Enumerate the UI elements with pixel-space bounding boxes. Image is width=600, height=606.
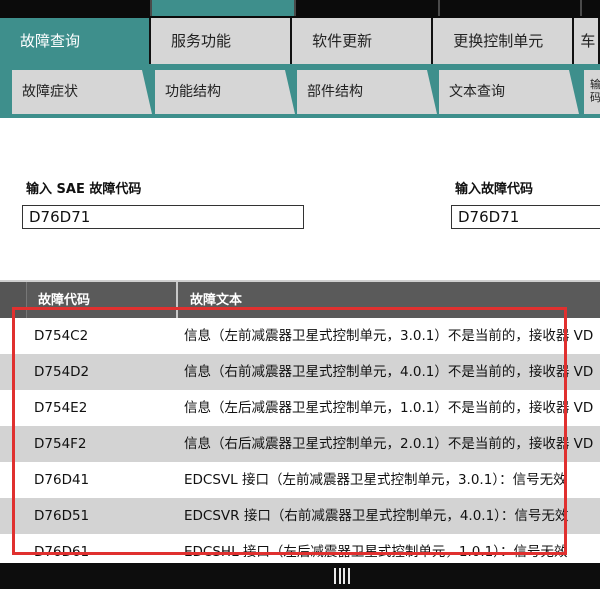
fault-text-cell: 信息（右后减震器卫星式控制单元，2.0.1）不是当前的，接收器 VD bbox=[184, 436, 594, 452]
table-row[interactable]: D76D51 EDCSVR 接口（右前减震器卫星式控制单元，4.0.1）：信号无… bbox=[0, 498, 600, 534]
tab-notch bbox=[285, 70, 295, 114]
fault-code-cell: D754C2 bbox=[34, 328, 89, 344]
column-header-fault-code[interactable]: 故障代码 bbox=[28, 282, 178, 318]
sae-code-input[interactable] bbox=[22, 205, 304, 229]
subtab-label: 功能结构 bbox=[165, 84, 221, 100]
footer-area bbox=[0, 589, 600, 606]
table-row[interactable]: D76D41 EDCSVL 接口（左前减震器卫星式控制单元，3.0.1）：信号无… bbox=[0, 462, 600, 498]
fault-text-cell: EDCSVL 接口（左前减震器卫星式控制单元，3.0.1）：信号无效 bbox=[184, 472, 567, 488]
table-row[interactable]: D754C2 信息（左前减震器卫星式控制单元，3.0.1）不是当前的，接收器 V… bbox=[0, 318, 600, 354]
subtab-label: 部件结构 bbox=[307, 84, 363, 100]
tab-service-functions[interactable]: 服务功能 bbox=[150, 18, 291, 64]
top-menu-segment[interactable] bbox=[0, 0, 152, 16]
fault-text-cell: 信息（右前减震器卫星式控制单元，4.0.1）不是当前的，接收器 VD bbox=[184, 364, 594, 380]
fault-text-cell: EDCSVR 接口（右前减震器卫星式控制单元，4.0.1）：信号无效 bbox=[184, 508, 569, 524]
tab-notch bbox=[427, 70, 437, 114]
tab-software-update[interactable]: 软件更新 bbox=[292, 18, 432, 64]
tab-replace-control-unit[interactable]: 更换控制单元 bbox=[433, 18, 573, 64]
column-header-fault-text[interactable]: 故障文本 bbox=[180, 282, 600, 318]
tab-notch bbox=[569, 70, 579, 114]
fault-code-cell: D754F2 bbox=[34, 436, 87, 452]
main-tab-bar: 故障查询 服务功能 软件更新 更换控制单元 车 bbox=[0, 18, 600, 64]
subtab-component-structure[interactable]: 部件结构 bbox=[297, 70, 437, 114]
subtab-label: 文本查询 bbox=[449, 84, 505, 100]
fault-code-cell: D76D41 bbox=[34, 472, 90, 488]
tab-vehicle[interactable]: 车 bbox=[574, 18, 598, 64]
table-row[interactable]: D754E2 信息（左后减震器卫星式控制单元，1.0.1）不是当前的，接收器 V… bbox=[0, 390, 600, 426]
table-row[interactable]: D754D2 信息（右前减震器卫星式控制单元，4.0.1）不是当前的，接收器 V… bbox=[0, 354, 600, 390]
subtab-fault-symptoms[interactable]: 故障症状 bbox=[12, 70, 152, 114]
fault-code-input[interactable] bbox=[451, 205, 600, 229]
top-menu-segment[interactable] bbox=[440, 0, 582, 16]
subtab-function-structure[interactable]: 功能结构 bbox=[155, 70, 295, 114]
fault-code-cell: D76D51 bbox=[34, 508, 90, 524]
sub-tab-bar: 故障症状 功能结构 部件结构 文本查询 输 码 bbox=[0, 64, 600, 118]
subtab-text-search[interactable]: 文本查询 bbox=[439, 70, 579, 114]
fault-code-cell: D754D2 bbox=[34, 364, 90, 380]
subtab-code-input[interactable]: 输 码 bbox=[584, 70, 600, 114]
top-menu-strip bbox=[0, 0, 600, 18]
table-header: 故障代码 故障文本 bbox=[0, 280, 600, 318]
sae-code-label: 输入 SAE 故障代码 bbox=[26, 182, 142, 197]
fault-code-table: 故障代码 故障文本 D754C2 信息（左前减震器卫星式控制单元，3.0.1）不… bbox=[0, 280, 600, 570]
splitter-bar[interactable] bbox=[0, 563, 600, 589]
tab-notch bbox=[142, 70, 152, 114]
fault-code-label: 输入故障代码 bbox=[455, 182, 534, 197]
fault-text-cell: 信息（左后减震器卫星式控制单元，1.0.1）不是当前的，接收器 VD bbox=[184, 400, 594, 416]
top-menu-segment-active[interactable] bbox=[152, 0, 296, 16]
tab-fault-query[interactable]: 故障查询 bbox=[0, 18, 149, 64]
table-row[interactable]: D754F2 信息（右后减震器卫星式控制单元，2.0.1）不是当前的，接收器 V… bbox=[0, 426, 600, 462]
grip-handle-icon[interactable] bbox=[334, 568, 350, 584]
fault-code-cell: D754E2 bbox=[34, 400, 88, 416]
row-selector-header[interactable] bbox=[0, 282, 27, 318]
top-menu-segment[interactable] bbox=[296, 0, 440, 16]
subtab-label: 故障症状 bbox=[22, 84, 78, 100]
fault-text-cell: 信息（左前减震器卫星式控制单元，3.0.1）不是当前的，接收器 VD bbox=[184, 328, 594, 344]
